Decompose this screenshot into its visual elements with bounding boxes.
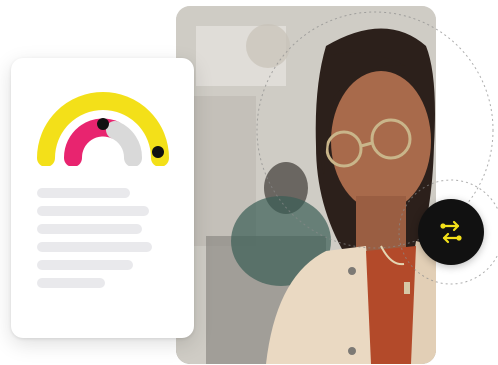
person-photo	[176, 6, 436, 364]
gauge-end-dot	[152, 146, 164, 158]
report-card	[11, 58, 194, 338]
gauge-marker-dot	[97, 118, 109, 130]
placeholder-line	[37, 278, 105, 288]
placeholder-line	[37, 260, 133, 270]
placeholder-line	[37, 188, 130, 198]
gauge-inner-ring	[106, 121, 142, 166]
placeholder-line	[37, 242, 152, 252]
text-placeholder-lines	[37, 188, 167, 296]
placeholder-line	[37, 224, 142, 234]
gauge-chart	[37, 92, 169, 166]
swap-arrows-icon	[440, 220, 462, 244]
person-photo-art	[176, 6, 436, 364]
placeholder-line	[37, 206, 149, 216]
hero-illustration	[0, 0, 498, 365]
swap-badge[interactable]	[418, 199, 484, 265]
